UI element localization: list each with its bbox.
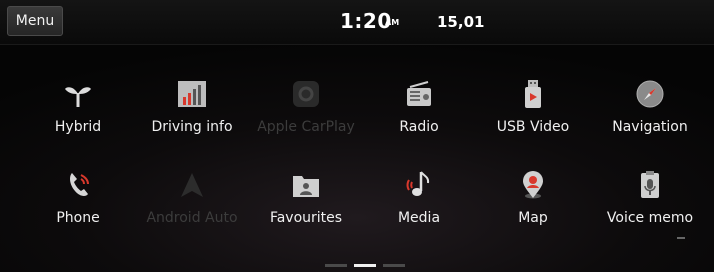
app-label: Voice memo [606,210,694,226]
app-tile-media[interactable]: Media [364,170,474,250]
clock-time: 1:20 [340,9,392,33]
voice-memo-icon [635,170,665,200]
app-label: Radio [399,119,439,135]
carplay-icon [291,79,321,109]
date-display: 15,01 [437,13,485,31]
app-tile-phone[interactable]: Phone [23,170,133,250]
scroll-indicator [677,237,685,239]
app-tile-android-auto[interactable]: Android Auto [137,170,247,250]
app-tile-navigation[interactable]: Navigation [595,79,705,159]
app-tile-map[interactable]: Map [478,170,588,250]
phone-icon [63,170,93,200]
app-label: Hybrid [54,119,102,135]
app-label: Media [397,210,441,226]
page-dot-active[interactable] [354,264,376,267]
app-tile-usb-video[interactable]: USB Video [478,79,588,159]
page-indicator[interactable] [325,264,405,267]
music-note-icon [404,170,434,200]
app-label: Driving info [151,119,233,135]
app-tile-radio[interactable]: Radio [364,79,474,159]
map-pin-icon [518,170,548,200]
app-label: Navigation [612,119,688,135]
usb-video-icon [518,79,548,109]
app-label: USB Video [496,119,570,135]
app-label: Apple CarPlay [257,119,355,135]
compass-icon [635,79,665,109]
favourites-folder-icon [291,170,321,200]
app-label: Favourites [269,210,343,226]
home-screen: Menu 1:20 AM 15,01 Hybrid Driving info A… [0,0,714,272]
app-tile-driving-info[interactable]: Driving info [137,79,247,159]
app-tile-favourites[interactable]: Favourites [251,170,361,250]
menu-button[interactable]: Menu [7,6,63,36]
bar-chart-icon [177,79,207,109]
clock-ampm: AM [385,18,400,27]
app-label: Phone [56,210,100,226]
android-auto-icon [177,170,207,200]
status-bar: Menu 1:20 AM 15,01 [0,0,714,45]
app-label: Android Auto [146,210,238,226]
app-label: Map [518,210,548,226]
page-dot[interactable] [325,264,347,267]
app-tile-hybrid[interactable]: Hybrid [23,79,133,159]
page-dot[interactable] [383,264,405,267]
app-tile-voice-memo[interactable]: Voice memo [595,170,705,250]
sprout-icon [63,79,93,109]
radio-icon [404,79,434,109]
app-tile-apple-carplay[interactable]: Apple CarPlay [251,79,361,159]
